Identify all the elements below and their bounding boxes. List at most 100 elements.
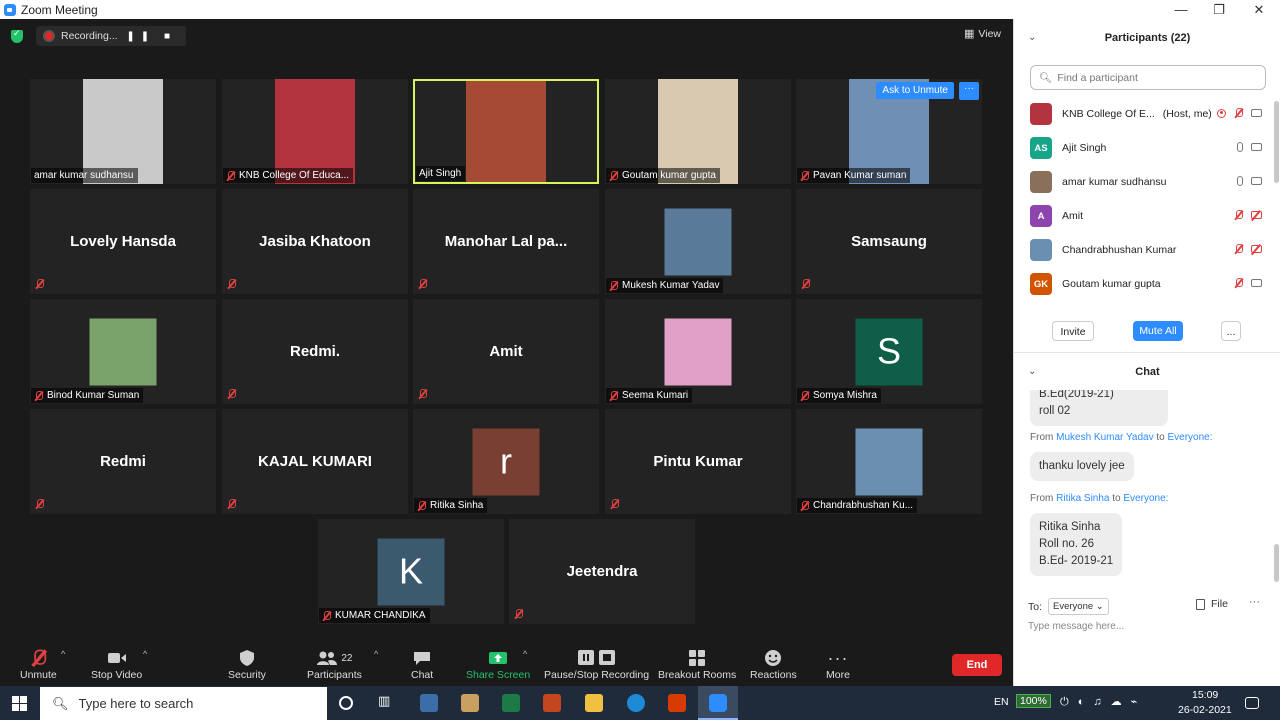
- app-icon[interactable]: [420, 694, 438, 712]
- participant-tile[interactable]: KNB College Of Educa...: [222, 79, 408, 184]
- participant-row[interactable]: GK Goutam kumar gupta: [1014, 267, 1272, 301]
- sender-name[interactable]: Mukesh Kumar Yadav: [1056, 432, 1153, 443]
- participant-tile[interactable]: K KUMAR CHANDIKA: [318, 519, 504, 624]
- participant-tile[interactable]: Redmi.: [222, 299, 408, 404]
- participant-tile[interactable]: Jasiba Khatoon: [222, 189, 408, 294]
- participant-tile[interactable]: Pavan Kumar suman Ask to Unmute ···: [796, 79, 982, 184]
- letter-avatar: K: [377, 538, 445, 605]
- participant-row[interactable]: amar kumar sudhansu: [1014, 165, 1272, 199]
- clock-date[interactable]: 26-02-2021: [1178, 704, 1232, 716]
- file-button[interactable]: File: [1196, 598, 1228, 610]
- participant-tile[interactable]: KAJAL KUMARI: [222, 409, 408, 514]
- battery-percent[interactable]: 100%: [1016, 694, 1051, 708]
- video-camera-icon[interactable]: [1251, 279, 1262, 287]
- participant-row[interactable]: AS Ajit Singh: [1014, 131, 1272, 165]
- reactions-button[interactable]: Reactions: [750, 647, 797, 681]
- muted-mic-icon[interactable]: [1234, 244, 1243, 254]
- participant-search-input[interactable]: 🔍︎ Find a participant: [1030, 65, 1266, 90]
- end-meeting-button[interactable]: End: [952, 654, 1002, 676]
- mic-icon[interactable]: [1237, 142, 1243, 152]
- participant-tile[interactable]: amar kumar sudhansu: [30, 79, 216, 184]
- share-screen-button[interactable]: Share Screen: [466, 647, 530, 681]
- video-camera-icon[interactable]: [1251, 109, 1262, 117]
- recording-pause-stop-controls[interactable]: ❚❚ ■: [126, 31, 176, 42]
- notification-icon[interactable]: [1245, 697, 1259, 709]
- participant-tile[interactable]: Seema Kumari: [605, 299, 791, 404]
- participant-row[interactable]: A Amit: [1014, 199, 1272, 233]
- participants-options-caret[interactable]: ^: [374, 649, 378, 659]
- more-options-button[interactable]: ...: [1221, 321, 1241, 341]
- video-off-icon[interactable]: [1251, 245, 1262, 253]
- recipient-name[interactable]: Everyone:: [1168, 432, 1213, 443]
- sender-name[interactable]: Ritika Sinha: [1056, 493, 1109, 504]
- chat-button[interactable]: Chat: [411, 647, 433, 681]
- file-explorer-icon[interactable]: [585, 694, 603, 712]
- chat-scrollbar[interactable]: [1274, 544, 1279, 582]
- chat-more-button[interactable]: ···: [1249, 596, 1260, 608]
- task-view-icon[interactable]: ▥: [378, 693, 396, 711]
- recipient-name[interactable]: Everyone:: [1123, 493, 1168, 504]
- unmute-button[interactable]: Unmute: [20, 647, 57, 681]
- participant-tile[interactable]: S Somya Mishra: [796, 299, 982, 404]
- cortana-icon[interactable]: [339, 696, 353, 710]
- office-icon[interactable]: [668, 694, 686, 712]
- security-button[interactable]: Security: [228, 647, 266, 681]
- video-options-caret[interactable]: ^: [143, 649, 147, 659]
- edge-icon[interactable]: [627, 694, 645, 712]
- zoom-taskbar-button[interactable]: [698, 686, 738, 720]
- collapse-chevron-icon[interactable]: ⌄: [1028, 19, 1036, 57]
- participant-tile[interactable]: Goutam kumar gupta: [605, 79, 791, 184]
- mic-icon[interactable]: [1237, 176, 1243, 186]
- participant-row[interactable]: KNB College Of E... (Host, me): [1014, 97, 1272, 131]
- recipient-select[interactable]: Everyone ⌄: [1048, 598, 1109, 615]
- video-camera-icon[interactable]: [1251, 177, 1262, 185]
- participant-row[interactable]: Chandrabhushan Kumar: [1014, 233, 1272, 267]
- minimize-button[interactable]: —: [1162, 0, 1200, 19]
- participant-tile[interactable]: Chandrabhushan Ku...: [796, 409, 982, 514]
- participant-tile[interactable]: Amit: [413, 299, 599, 404]
- muted-mic-icon[interactable]: [1234, 210, 1243, 220]
- participant-tile[interactable]: Redmi: [30, 409, 216, 514]
- participant-tile[interactable]: Binod Kumar Suman: [30, 299, 216, 404]
- mute-all-button[interactable]: Mute All: [1133, 321, 1183, 341]
- view-button[interactable]: ▦ View: [964, 27, 1001, 41]
- participant-tile[interactable]: Samsaung: [796, 189, 982, 294]
- video-camera-icon[interactable]: [1251, 143, 1262, 151]
- participants-button[interactable]: 22 Participants: [307, 647, 362, 681]
- pause-stop-recording-button[interactable]: Pause/Stop Recording: [544, 647, 649, 681]
- participants-scrollbar[interactable]: [1274, 101, 1279, 183]
- breakout-rooms-button[interactable]: Breakout Rooms: [658, 647, 736, 681]
- tile-more-button[interactable]: ···: [959, 82, 979, 100]
- collapse-chevron-icon[interactable]: ⌄: [1028, 353, 1036, 391]
- taskbar-search-box[interactable]: 🔍︎ Type here to search: [40, 687, 327, 720]
- chat-sender-line: From Ritika Sinha to Everyone:: [1030, 493, 1168, 504]
- share-options-caret[interactable]: ^: [523, 649, 527, 659]
- ask-to-unmute-button[interactable]: Ask to Unmute: [876, 82, 954, 99]
- close-button[interactable]: ✕: [1240, 0, 1278, 19]
- participant-tile[interactable]: Lovely Hansda: [30, 189, 216, 294]
- participant-list: KNB College Of E... (Host, me) AS Ajit Sing…: [1014, 97, 1272, 307]
- maximize-button[interactable]: ❐: [1200, 0, 1238, 19]
- participant-tile[interactable]: r Ritika Sinha: [413, 409, 599, 514]
- more-button[interactable]: ··· More: [826, 647, 850, 682]
- participant-tile[interactable]: Manohar Lal pa...: [413, 189, 599, 294]
- participant-tile[interactable]: Ajit Singh: [413, 79, 599, 184]
- app-icon[interactable]: [543, 694, 561, 712]
- windows-start-icon[interactable]: [12, 696, 27, 711]
- security-shield-icon[interactable]: [11, 28, 23, 43]
- language-indicator[interactable]: EN: [994, 696, 1009, 708]
- participant-tile[interactable]: Mukesh Kumar Yadav: [605, 189, 791, 294]
- system-tray-icons[interactable]: ⏻◐♫☁⌁: [1060, 695, 1146, 709]
- chat-input[interactable]: Type message here...: [1028, 621, 1124, 632]
- participant-tile[interactable]: Jeetendra: [509, 519, 695, 624]
- store-icon[interactable]: [461, 694, 479, 712]
- clock-time[interactable]: 15:09: [1192, 689, 1218, 701]
- muted-mic-icon[interactable]: [1234, 278, 1243, 288]
- muted-mic-icon[interactable]: [1234, 108, 1243, 118]
- stop-video-button[interactable]: Stop Video: [91, 647, 142, 681]
- invite-button[interactable]: Invite: [1052, 321, 1094, 341]
- video-off-icon[interactable]: [1251, 211, 1262, 219]
- audio-options-caret[interactable]: ^: [61, 649, 65, 659]
- participant-tile[interactable]: Pintu Kumar: [605, 409, 791, 514]
- excel-icon[interactable]: [502, 694, 520, 712]
